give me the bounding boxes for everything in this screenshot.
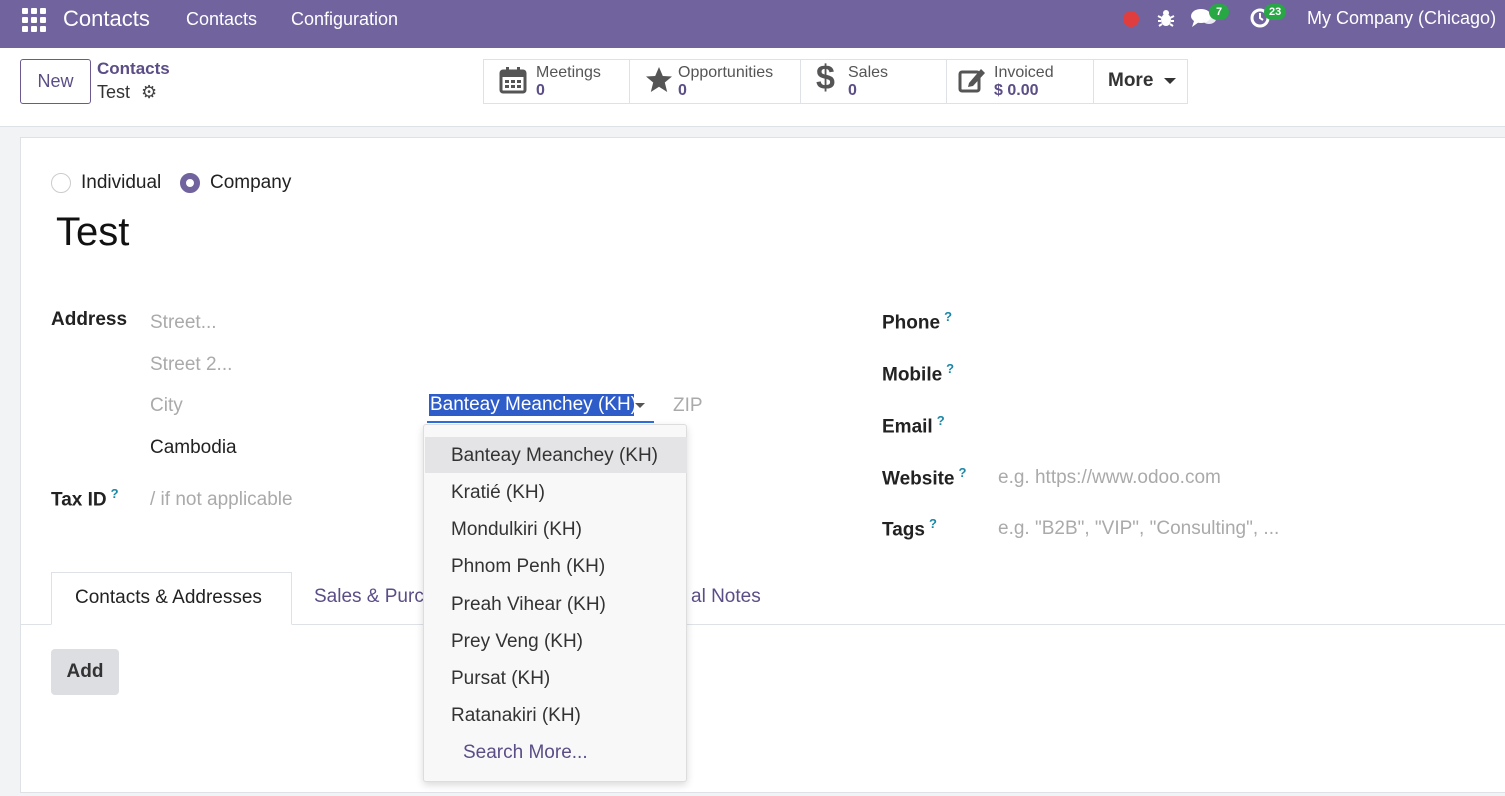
menu-contacts[interactable]: Contacts bbox=[186, 9, 257, 30]
phone-label-text: Phone bbox=[882, 312, 941, 334]
state-dropdown: Banteay Meanchey (KH) Kratié (KH) Mondul… bbox=[423, 424, 687, 782]
help-icon[interactable]: ? bbox=[959, 465, 967, 480]
more-label: More bbox=[1108, 70, 1154, 91]
radio-company-label[interactable]: Company bbox=[210, 172, 291, 194]
tab-contacts-addresses[interactable]: Contacts & Addresses bbox=[51, 572, 292, 625]
tags-input[interactable]: e.g. "B2B", "VIP", "Consulting", ... bbox=[998, 518, 1279, 540]
street2-input[interactable]: Street 2... bbox=[150, 354, 232, 376]
mobile-label-text: Mobile bbox=[882, 364, 943, 386]
dropdown-option[interactable]: Kratié (KH) bbox=[425, 474, 687, 510]
messages-count-badge: 7 bbox=[1209, 4, 1229, 20]
city-input[interactable]: City bbox=[150, 395, 183, 417]
add-contact-button[interactable]: Add bbox=[51, 649, 119, 695]
smart-button-label: Opportunities bbox=[678, 64, 774, 81]
smart-button-invoiced[interactable]: Invoiced $ 0.00 bbox=[946, 59, 1094, 104]
dropdown-option[interactable]: Banteay Meanchey (KH) bbox=[425, 437, 687, 473]
app-grid-icon[interactable] bbox=[22, 8, 46, 32]
star-icon bbox=[646, 67, 672, 92]
calendar-icon bbox=[499, 67, 527, 94]
smart-button-opportunities[interactable]: Opportunities 0 bbox=[629, 59, 801, 104]
smart-button-sales[interactable]: $ Sales 0 bbox=[800, 59, 947, 104]
menu-configuration[interactable]: Configuration bbox=[291, 9, 398, 30]
recording-indicator-icon[interactable] bbox=[1123, 11, 1139, 27]
email-label: Email? bbox=[882, 413, 945, 438]
dollar-icon: $ bbox=[816, 59, 835, 97]
gear-icon[interactable]: ⚙ bbox=[141, 82, 157, 103]
app-title[interactable]: Contacts bbox=[63, 6, 150, 32]
breadcrumb-current: Test bbox=[97, 82, 131, 102]
help-icon[interactable]: ? bbox=[937, 413, 945, 428]
smart-button-label: Invoiced bbox=[994, 64, 1054, 81]
edit-icon bbox=[958, 69, 985, 93]
caret-down-icon bbox=[1163, 77, 1176, 84]
smart-button-value: $ 0.00 bbox=[994, 82, 1039, 99]
radio-individual-label[interactable]: Individual bbox=[81, 172, 161, 194]
website-label: Website? bbox=[882, 465, 966, 490]
smart-button-value: 0 bbox=[536, 82, 545, 99]
more-button[interactable]: More bbox=[1093, 59, 1188, 104]
radio-company[interactable] bbox=[180, 173, 200, 193]
country-select[interactable]: Cambodia bbox=[150, 437, 237, 459]
smart-button-value: 0 bbox=[848, 82, 857, 99]
smart-button-label: Meetings bbox=[536, 64, 601, 81]
tax-id-input[interactable]: / if not applicable bbox=[150, 489, 293, 511]
dropdown-option[interactable]: Ratanakiri (KH) bbox=[425, 697, 687, 733]
tags-label-text: Tags bbox=[882, 519, 925, 541]
breadcrumb-contacts-link[interactable]: Contacts bbox=[97, 59, 170, 79]
help-icon[interactable]: ? bbox=[946, 361, 954, 376]
top-navbar: Contacts Contacts Configuration 7 23 My … bbox=[0, 0, 1505, 48]
new-button[interactable]: New bbox=[20, 59, 91, 104]
mobile-label: Mobile? bbox=[882, 361, 954, 386]
tax-id-label-text: Tax ID bbox=[51, 489, 107, 511]
zip-input[interactable]: ZIP bbox=[673, 395, 703, 417]
help-icon[interactable]: ? bbox=[111, 486, 119, 501]
partner-name-field[interactable]: Test bbox=[56, 210, 129, 255]
control-panel: New Contacts Test ⚙ Meetings 0 Opportuni… bbox=[0, 48, 1505, 127]
tags-label: Tags? bbox=[882, 516, 937, 541]
smart-button-label: Sales bbox=[848, 64, 889, 81]
form-sheet: Individual Company Test Address Street..… bbox=[20, 137, 1505, 793]
activities-count-badge: 23 bbox=[1264, 4, 1287, 20]
help-icon[interactable]: ? bbox=[929, 516, 937, 531]
address-label: Address bbox=[51, 309, 128, 330]
website-label-text: Website bbox=[882, 468, 955, 490]
dropdown-option[interactable]: Preah Vihear (KH) bbox=[425, 586, 687, 622]
street-input[interactable]: Street... bbox=[150, 312, 217, 334]
tax-id-label: Tax ID? bbox=[51, 486, 119, 511]
company-switcher[interactable]: My Company (Chicago) bbox=[1307, 8, 1496, 29]
smart-button-meetings[interactable]: Meetings 0 bbox=[483, 59, 630, 104]
search-more-link[interactable]: Search More... bbox=[425, 734, 687, 770]
help-icon[interactable]: ? bbox=[944, 309, 952, 324]
dropdown-option[interactable]: Pursat (KH) bbox=[425, 660, 687, 696]
bug-icon[interactable] bbox=[1155, 7, 1177, 35]
state-select[interactable]: Banteay Meanchey (KH) bbox=[427, 391, 654, 423]
caret-down-icon[interactable] bbox=[635, 403, 645, 408]
radio-individual[interactable] bbox=[51, 173, 71, 193]
state-value[interactable]: Banteay Meanchey (KH) bbox=[429, 394, 634, 416]
smart-button-value: 0 bbox=[678, 82, 687, 99]
dropdown-option[interactable]: Mondulkiri (KH) bbox=[425, 511, 687, 547]
website-input[interactable]: e.g. https://www.odoo.com bbox=[998, 467, 1221, 489]
email-label-text: Email bbox=[882, 416, 933, 438]
dropdown-option[interactable]: Phnom Penh (KH) bbox=[425, 548, 687, 584]
phone-label: Phone? bbox=[882, 309, 952, 334]
dropdown-option[interactable]: Prey Veng (KH) bbox=[425, 623, 687, 659]
